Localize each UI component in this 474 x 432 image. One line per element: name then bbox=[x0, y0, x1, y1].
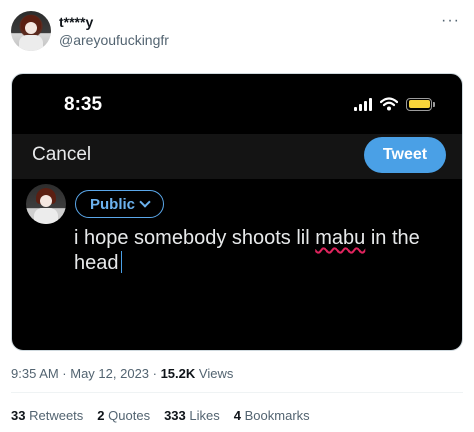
more-options-icon[interactable]: ··· bbox=[441, 12, 460, 30]
attached-screenshot[interactable]: 8:35 Cancel Tweet Public i hope somebody… bbox=[11, 73, 463, 351]
battery-icon bbox=[406, 97, 435, 111]
audience-label: Public bbox=[90, 195, 136, 213]
cancel-button[interactable]: Cancel bbox=[32, 144, 91, 166]
tweet-header: t****y @areyoufuckingfr ··· bbox=[0, 0, 474, 62]
views-count: 15.2K bbox=[160, 366, 196, 381]
text-before: i hope somebody shoots lil bbox=[74, 227, 316, 249]
composer-avatar bbox=[26, 184, 66, 224]
divider bbox=[11, 392, 463, 393]
tweet-button[interactable]: Tweet bbox=[364, 137, 446, 173]
compose-text[interactable]: i hope somebody shoots lil mabu in the h… bbox=[74, 226, 444, 276]
misspelled-word: mabu bbox=[315, 227, 366, 249]
author-handle[interactable]: @areyoufuckingfr bbox=[59, 32, 169, 48]
stat-retweets[interactable]: 33 Retweets bbox=[11, 408, 83, 423]
wifi-icon bbox=[380, 97, 398, 111]
signal-icon bbox=[354, 97, 372, 111]
status-bar-icons bbox=[354, 96, 435, 112]
stat-quotes[interactable]: 2 Quotes bbox=[97, 408, 150, 423]
views-label: Views bbox=[195, 366, 234, 381]
author-avatar[interactable] bbox=[11, 11, 51, 51]
author-display-name[interactable]: t****y bbox=[59, 14, 93, 30]
timestamp[interactable]: 9:35 AM · May 12, 2023 · bbox=[11, 366, 161, 381]
stat-bookmarks[interactable]: 4 Bookmarks bbox=[234, 408, 310, 423]
text-cursor bbox=[120, 251, 122, 273]
audience-selector[interactable]: Public bbox=[75, 190, 165, 218]
engagement-stats: 33 Retweets 2 Quotes 333 Likes 4 Bookmar… bbox=[11, 408, 310, 423]
tweet-meta: 9:35 AM · May 12, 2023 · 15.2K Views bbox=[11, 366, 233, 381]
stat-likes[interactable]: 333 Likes bbox=[164, 408, 220, 423]
chevron-down-icon bbox=[139, 196, 151, 208]
status-bar-time: 8:35 bbox=[64, 94, 103, 115]
